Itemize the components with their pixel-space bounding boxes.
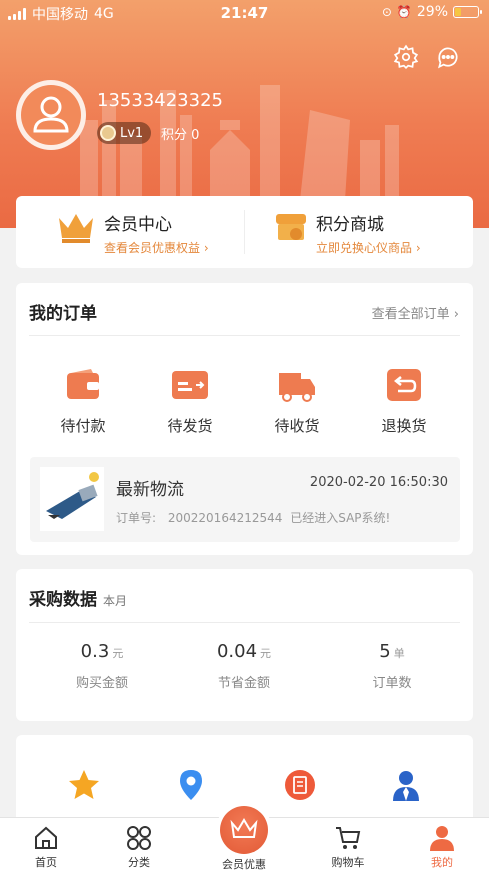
tab-cart[interactable]: 购物车 — [308, 824, 388, 870]
truck-icon — [279, 373, 315, 402]
member-center-link[interactable]: 会员中心 查看会员优惠权益 › — [56, 210, 209, 256]
stat-value: 0.3 — [80, 641, 110, 662]
stat-value: 0.04 — [216, 641, 258, 662]
order-number-label: 订单号: — [116, 511, 157, 525]
battery-percent: 29% — [416, 4, 448, 20]
member-center-subtitle: 查看会员优惠权益 › — [104, 241, 209, 255]
order-category-label: 待付款 — [60, 417, 106, 435]
points-label: 积分 — [161, 128, 188, 143]
latest-logistics[interactable]: 最新物流 2020-02-20 16:50:30 订单号: 2002201642… — [30, 457, 460, 542]
logistics-title: 最新物流 — [116, 480, 184, 500]
divider — [29, 335, 460, 336]
tab-label: 购物车 — [331, 856, 365, 869]
points[interactable]: 积分 0 — [161, 124, 199, 143]
tab-member-deals[interactable] — [220, 806, 268, 854]
stat-value: 5 — [379, 641, 391, 662]
divider — [244, 210, 245, 254]
order-number: 200220164212544 — [167, 511, 283, 525]
message-icon[interactable] — [435, 44, 461, 70]
wallet-icon — [67, 369, 99, 399]
person-icon — [430, 826, 454, 851]
logistics-order-info: 订单号: 200220164212544 已经进入SAP系统! — [116, 509, 390, 526]
order-category-label: 待收货 — [274, 417, 320, 435]
home-icon — [35, 826, 57, 849]
star-icon[interactable] — [66, 767, 102, 803]
battery-icon — [453, 6, 482, 18]
cart-icon — [336, 827, 361, 849]
level-badge[interactable]: Lv1 — [97, 122, 152, 144]
stat-unit: 元 — [260, 647, 272, 660]
order-category-to-receive[interactable]: 待收货 — [252, 367, 342, 436]
location-icon[interactable] — [173, 767, 209, 803]
stat-unit: 元 — [112, 647, 124, 660]
order-category-returns[interactable]: 退换货 — [359, 367, 449, 436]
crown-icon — [230, 818, 258, 838]
order-category-to-ship[interactable]: 待发货 — [145, 367, 235, 436]
receipt-icon[interactable] — [282, 767, 318, 803]
tab-label: 会员优惠 — [222, 858, 266, 871]
tab-label: 我的 — [431, 856, 453, 869]
view-all-orders-link[interactable]: 查看全部订单 › — [372, 303, 459, 322]
stat-label: 节省金额 — [217, 676, 270, 691]
stat-order-count: 5单 订单数 — [332, 641, 452, 691]
orders-card: 我的订单 查看全部订单 › 待付款 待发货 待收货 退换货 最新物流 2020-… — [16, 283, 473, 555]
stat-label: 订单数 — [372, 676, 412, 691]
level-label: Lv1 — [120, 125, 144, 141]
logistics-status: 已经进入SAP系统! — [290, 511, 391, 525]
points-mall-icon — [276, 214, 306, 240]
orders-title: 我的订单 — [29, 304, 97, 324]
purchase-title: 采购数据 本月 — [29, 585, 127, 610]
crown-icon — [59, 214, 93, 243]
points-mall-subtitle: 立即兑换心仪商品 › — [316, 241, 421, 255]
alarm-icon: ⏰ — [396, 5, 412, 19]
stat-label: 购买金额 — [75, 676, 128, 691]
tab-label: 分类 — [128, 856, 150, 869]
tab-label: 首页 — [35, 856, 57, 869]
logistics-time: 2020-02-20 16:50:30 — [309, 475, 448, 490]
stat-unit: 单 — [393, 647, 405, 660]
member-center-title: 会员中心 — [104, 215, 172, 235]
divider — [29, 622, 460, 623]
purchase-title-text: 采购数据 — [29, 590, 97, 610]
stat-purchase-amount: 0.3 元 购买金额 — [42, 641, 162, 691]
tab-home[interactable]: 首页 — [6, 824, 86, 870]
user-phone: 13533423325 — [97, 90, 223, 111]
points-value: 0 — [191, 128, 200, 143]
service-person-icon[interactable] — [388, 767, 424, 803]
purchase-period: 本月 — [103, 594, 128, 608]
purchase-data-card: 采购数据 本月 0.3 元 购买金额 0.04 元 节省金额 5单 订单数 — [16, 569, 473, 721]
user-icon — [33, 96, 69, 133]
stat-saved-amount: 0.04 元 节省金额 — [184, 641, 304, 691]
settings-icon[interactable] — [393, 44, 419, 70]
points-mall-link[interactable]: 积分商城 立即兑换心仪商品 › — [274, 210, 421, 256]
category-icon — [127, 826, 151, 850]
points-mall-title: 积分商城 — [316, 215, 384, 235]
avatar[interactable] — [16, 80, 86, 150]
tab-bar: 首页 分类 会员优惠 购物车 我的 — [0, 806, 489, 875]
tab-category[interactable]: 分类 — [99, 824, 179, 870]
rotation-lock-icon: ⊙ — [381, 5, 392, 19]
order-category-pending-payment[interactable]: 待付款 — [38, 367, 128, 436]
order-category-label: 退换货 — [381, 417, 427, 435]
return-icon — [387, 369, 421, 401]
product-thumbnail — [40, 467, 104, 531]
shipping-card-icon — [172, 371, 208, 399]
status-bar: 中国移动 4G 21:47 ⊙ ⏰ 29% — [0, 0, 489, 26]
member-card: 会员中心 查看会员优惠权益 › 积分商城 立即兑换心仪商品 › — [16, 196, 473, 268]
tab-mine[interactable]: 我的 — [402, 824, 482, 870]
order-category-label: 待发货 — [167, 417, 213, 435]
level-coin-icon — [100, 125, 116, 141]
